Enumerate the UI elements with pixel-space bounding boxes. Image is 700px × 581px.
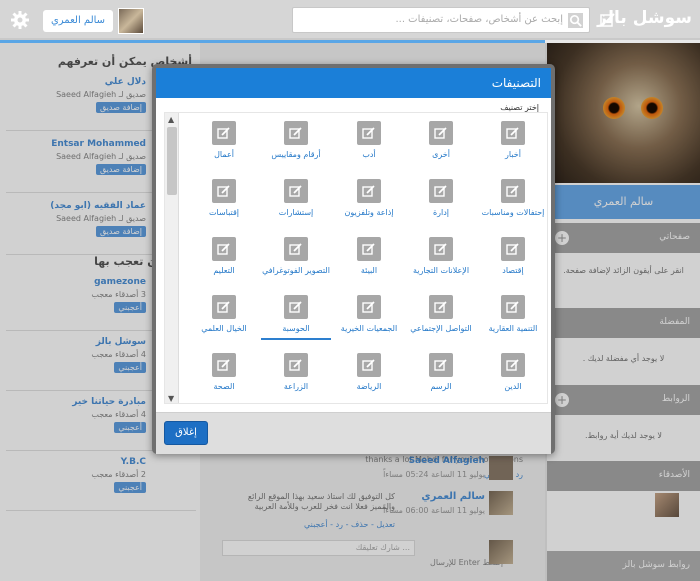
category-label: الجمعيات الخيرية (340, 324, 398, 333)
category-label: الحوسبة (282, 324, 310, 333)
category-item[interactable]: الإعلانات التجارية (406, 237, 476, 276)
category-item[interactable]: أعمال (189, 121, 259, 160)
scrollbar[interactable]: ▲ ▼ (165, 113, 179, 403)
category-label: الصحة (213, 382, 235, 391)
category-icon (429, 237, 453, 261)
category-item[interactable]: الرسم (406, 353, 476, 392)
search-placeholder: إبحث عن أشخاص، صفحات، تصنيفات ... (395, 14, 563, 25)
compose-icon[interactable] (600, 12, 616, 28)
category-item[interactable]: إقتباسات (189, 179, 259, 218)
category-icon (212, 121, 236, 145)
category-icon (357, 179, 381, 203)
category-item[interactable]: التصوير الفوتوغرافي (261, 237, 331, 276)
category-item[interactable]: أدب (334, 121, 404, 160)
category-icon (501, 179, 525, 203)
search-input[interactable]: إبحث عن أشخاص، صفحات، تصنيفات ... (292, 7, 590, 33)
category-icon (212, 353, 236, 377)
category-icon (357, 295, 381, 319)
category-item[interactable]: الجمعيات الخيرية (334, 295, 404, 334)
category-icon (357, 237, 381, 261)
category-icon (501, 121, 525, 145)
category-icon (357, 121, 381, 145)
choose-category-label: إختر تصنيف (500, 103, 539, 112)
category-icon (501, 295, 525, 319)
category-label: الرسم (430, 382, 452, 391)
category-label: البيئة (360, 266, 378, 275)
category-icon (501, 353, 525, 377)
category-label: أرقام ومقاييس (271, 150, 321, 159)
category-icon (284, 295, 308, 319)
category-grid: ▲ ▼ أخبار أخرى أدب أرقام ومقاييس أعمال إحتفال… (164, 112, 548, 404)
category-label: الخيال العلمي (201, 324, 247, 333)
category-label: التعليم (213, 266, 235, 275)
category-label: الإعلانات التجارية (412, 266, 470, 275)
scroll-thumb[interactable] (167, 127, 177, 195)
category-label: الزراعة (283, 382, 309, 391)
category-item[interactable]: أرقام ومقاييس (261, 121, 331, 160)
category-label: إقتصاد (502, 266, 524, 275)
dialog-footer: إغلاق (156, 412, 551, 454)
category-label: أعمال (214, 150, 234, 159)
close-button[interactable]: إغلاق (164, 421, 208, 445)
category-label: إقتباسات (209, 208, 239, 217)
category-label: أخبار (505, 150, 521, 159)
category-item[interactable]: إقتصاد (478, 237, 547, 276)
category-item[interactable]: أخبار (478, 121, 547, 160)
category-item[interactable]: إدارة (406, 179, 476, 218)
category-icon (429, 179, 453, 203)
category-icon (212, 295, 236, 319)
category-icon (212, 237, 236, 261)
category-item[interactable]: الزراعة (261, 353, 331, 392)
category-item[interactable]: الرياضة (334, 353, 404, 392)
categories-dialog: التصنيفات إختر تصنيف ▲ ▼ أخبار أخرى أدب أرق… (152, 64, 555, 454)
category-icon (429, 121, 453, 145)
dialog-title: التصنيفات (491, 76, 541, 90)
category-label: إحتفالات ومناسبات (481, 208, 545, 217)
search-icon[interactable] (568, 13, 583, 28)
gear-icon[interactable] (10, 10, 30, 30)
category-item[interactable]: التواصل الإجتماعي (406, 295, 476, 334)
scroll-down-icon[interactable]: ▼ (168, 394, 174, 403)
category-icon (284, 237, 308, 261)
category-item[interactable]: البيئة (334, 237, 404, 276)
category-item[interactable]: التعليم (189, 237, 259, 276)
category-item[interactable]: الخيال العلمي (189, 295, 259, 334)
profile-name-button[interactable]: سالم العمري (43, 10, 113, 32)
category-icon (284, 121, 308, 145)
category-icon (429, 295, 453, 319)
category-label: إدارة (432, 208, 450, 217)
scroll-up-icon[interactable]: ▲ (168, 115, 174, 124)
category-label: أدب (362, 150, 376, 159)
category-item[interactable]: الصحة (189, 353, 259, 392)
category-label: الدين (504, 382, 522, 391)
category-icon (501, 237, 525, 261)
top-bar: سوشل بالز إبحث عن أشخاص، صفحات، تصنيفات … (0, 0, 700, 40)
category-item[interactable]: التنمية العقارية (478, 295, 547, 334)
category-icon (429, 353, 453, 377)
user-avatar[interactable] (118, 8, 144, 34)
category-label: الرياضة (356, 382, 382, 391)
category-icon (284, 353, 308, 377)
category-label: أخرى (432, 150, 450, 159)
category-label: التصوير الفوتوغرافي (262, 266, 330, 275)
category-item[interactable]: إستشارات (261, 179, 331, 218)
category-icon (284, 179, 308, 203)
dialog-header: التصنيفات (156, 68, 551, 98)
category-label: إستشارات (278, 208, 314, 217)
category-item[interactable]: الحوسبة (261, 295, 331, 340)
category-label: التنمية العقارية (488, 324, 538, 333)
category-item[interactable]: الدين (478, 353, 547, 392)
category-label: التواصل الإجتماعي (410, 324, 472, 333)
category-label: إذاعة وتلفزيون (344, 208, 394, 217)
category-item[interactable]: أخرى (406, 121, 476, 160)
category-item[interactable]: إذاعة وتلفزيون (334, 179, 404, 218)
category-item[interactable]: إحتفالات ومناسبات (478, 179, 547, 218)
category-icon (357, 353, 381, 377)
category-icon (212, 179, 236, 203)
